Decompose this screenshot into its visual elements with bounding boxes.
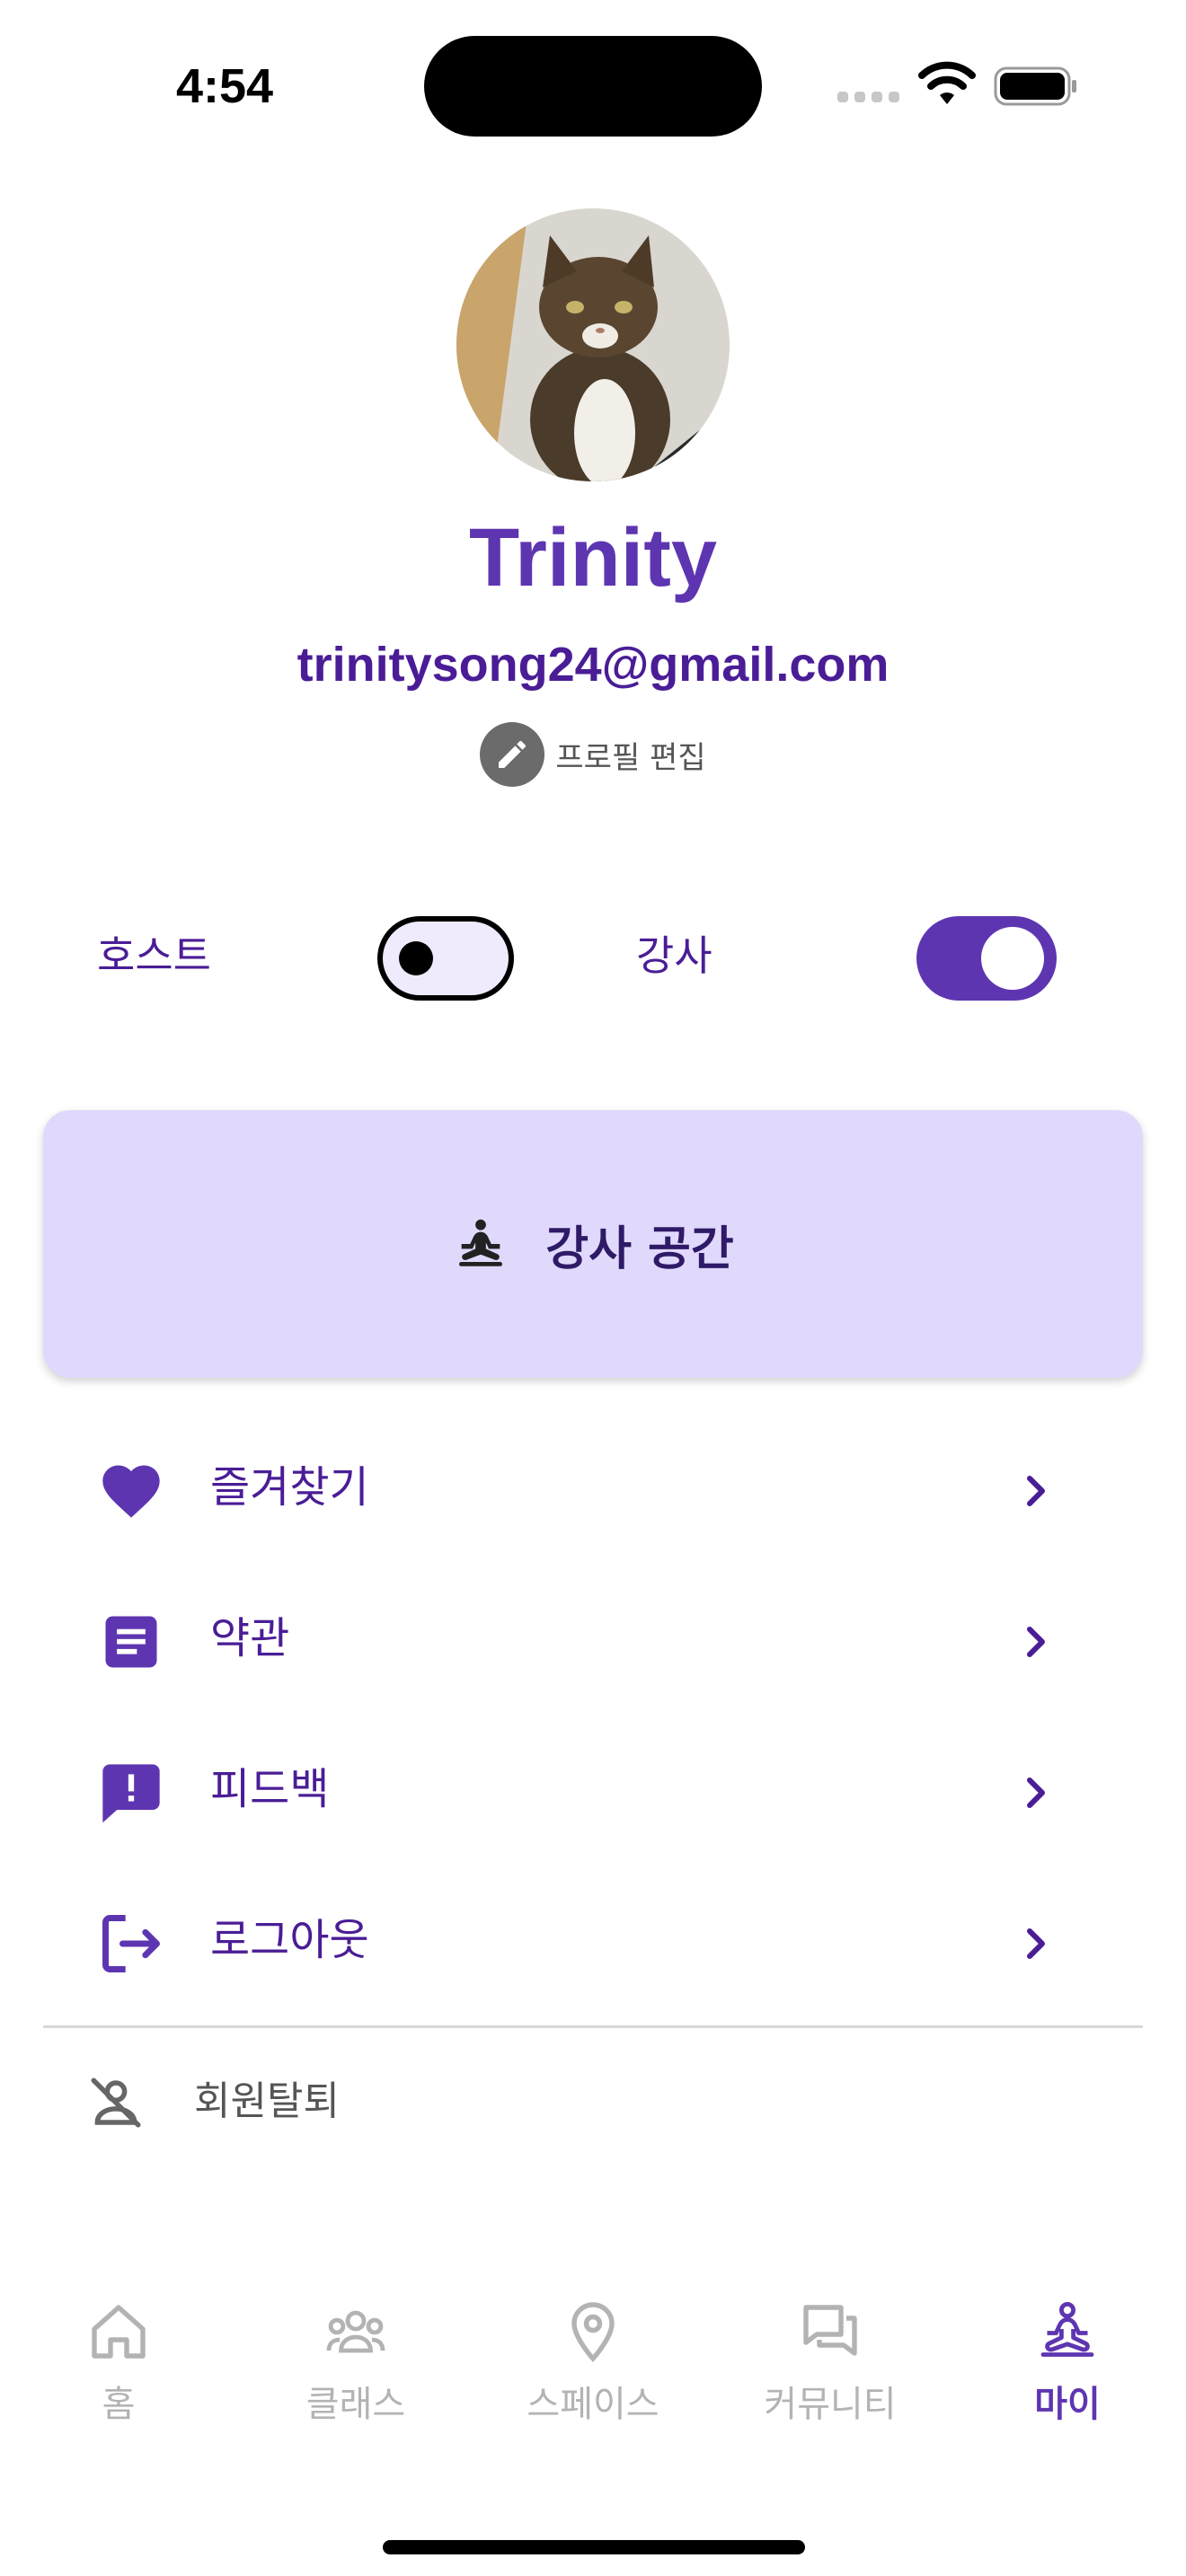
pencil-icon: [480, 722, 545, 787]
profile-avatar[interactable]: [456, 208, 730, 481]
instructor-label: 강사: [636, 931, 712, 980]
tab-spaces[interactable]: 스페이스: [474, 2299, 712, 2461]
chevron-right-icon: [1027, 1476, 1045, 1506]
chat-icon: [803, 2305, 857, 2356]
menu-item-favorites[interactable]: 즐겨찾기: [43, 1425, 1143, 1550]
cat-photo: [456, 208, 730, 481]
instructor-toggle[interactable]: [916, 916, 1057, 1001]
logout-icon: [102, 1915, 160, 1972]
tab-label-home: 홈: [102, 2384, 136, 2425]
tab-community[interactable]: 커뮤니티: [712, 2299, 949, 2461]
edit-profile-label: 프로필 편집: [555, 739, 706, 776]
tab-home[interactable]: 홈: [0, 2299, 237, 2461]
host-label: 호스트: [97, 931, 211, 980]
status-time: 4:54: [175, 59, 274, 113]
menu-label-feedback: 피드백: [210, 1764, 330, 1814]
host-toggle[interactable]: [377, 916, 514, 1001]
tab-my[interactable]: 마이: [949, 2299, 1186, 2461]
edit-profile-button[interactable]: 프로필 편집: [0, 719, 1186, 790]
tab-label-community: 커뮤니티: [764, 2384, 897, 2425]
menu-item-terms[interactable]: 약관: [43, 1575, 1143, 1701]
document-icon: [105, 1616, 157, 1668]
menu-label-terms: 약관: [210, 1613, 290, 1663]
group-icon: [326, 2310, 385, 2353]
instructor-space-button[interactable]: 강사 공간: [43, 1110, 1143, 1378]
meditation-icon: [459, 1219, 503, 1266]
menu-item-feedback[interactable]: 피드백: [43, 1726, 1143, 1852]
withdraw-account-button[interactable]: 회원탈퇴: [194, 2066, 340, 2138]
tab-label-classes: 클래스: [305, 2384, 406, 2425]
menu-item-logout[interactable]: 로그아웃: [43, 1877, 1143, 2003]
heart-icon: [102, 1465, 160, 1518]
meditation-icon: [1040, 2301, 1094, 2357]
chevron-right-icon: [1027, 1778, 1045, 1808]
dynamic-island: [424, 36, 762, 137]
chevron-right-icon: [1027, 1928, 1045, 1959]
instructor-toggle-knob: [981, 927, 1044, 990]
tab-label-spaces: 스페이스: [527, 2384, 659, 2425]
host-toggle-knob: [399, 941, 433, 975]
menu-label-logout: 로그아웃: [210, 1915, 369, 1965]
home-indicator[interactable]: [383, 2540, 805, 2554]
feedback-icon: [102, 1764, 160, 1823]
tab-classes[interactable]: 클래스: [237, 2299, 474, 2461]
wifi-icon: [918, 61, 976, 104]
menu-divider: [43, 2025, 1143, 2028]
home-icon: [92, 2305, 146, 2359]
tab-label-my: 마이: [1034, 2384, 1101, 2425]
chevron-right-icon: [1027, 1627, 1045, 1657]
profile-email: trinitysong24@gmail.com: [296, 638, 890, 692]
menu-label-favorites: 즐겨찾기: [210, 1462, 369, 1513]
location-pin-icon: [571, 2302, 615, 2363]
instructor-space-label: 강사 공간: [545, 1222, 734, 1276]
battery-icon: [994, 66, 1076, 106]
profile-name: Trinity: [468, 512, 718, 604]
cellular-signal-icon: [837, 92, 899, 102]
person-off-icon[interactable]: [86, 2073, 146, 2132]
